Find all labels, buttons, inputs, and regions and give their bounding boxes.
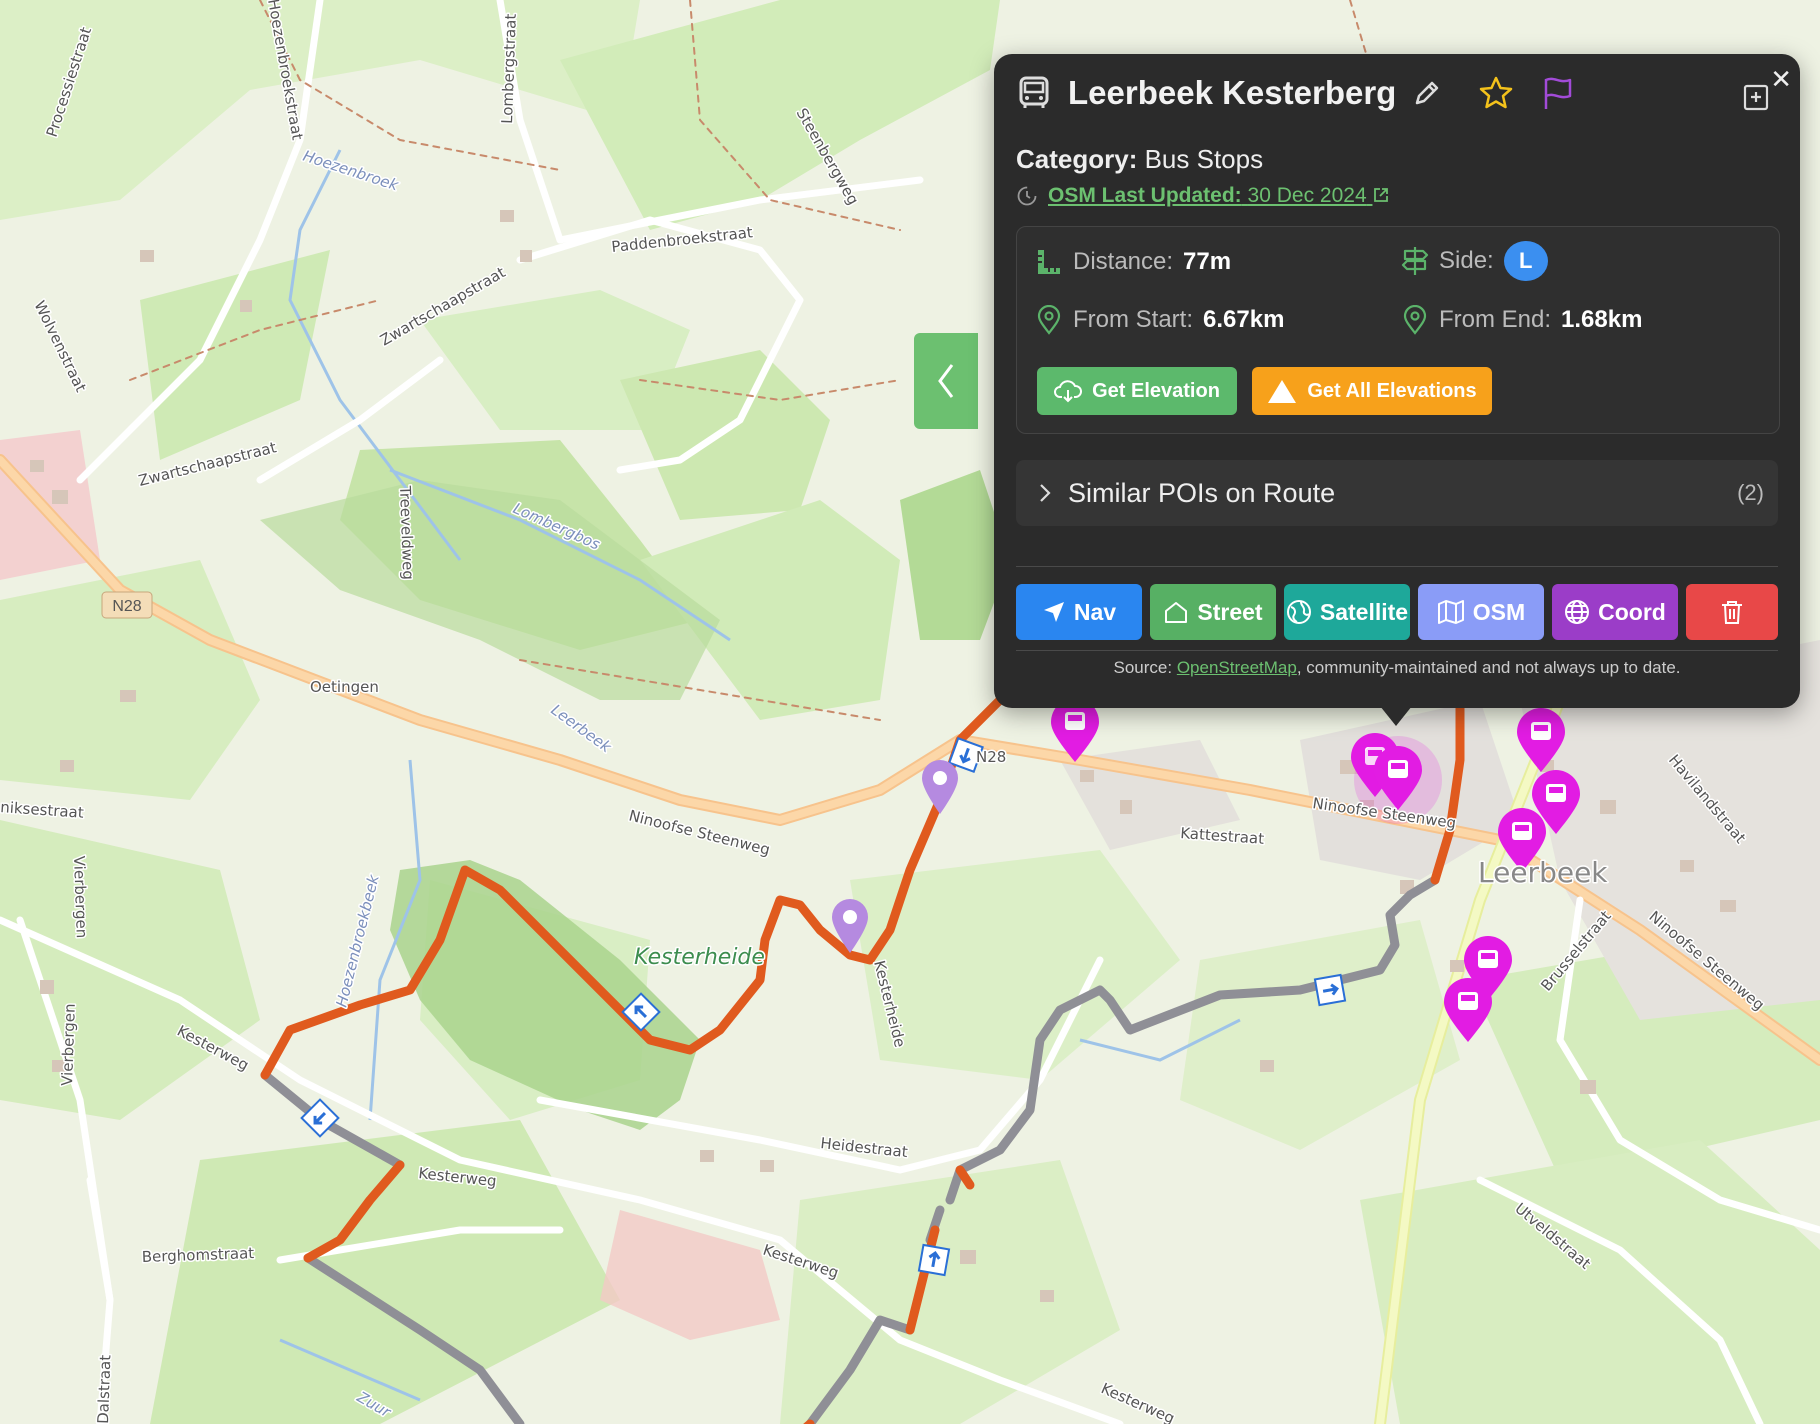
popup-title: Leerbeek Kesterberg — [1068, 74, 1397, 111]
coord-label: Coord — [1598, 598, 1666, 625]
mountain-icon — [1268, 380, 1297, 403]
globe-grid-icon — [1565, 600, 1590, 624]
map-label: Kesterheide — [634, 945, 765, 970]
trash-icon — [1722, 601, 1742, 624]
osm-label: OSM — [1472, 598, 1526, 625]
get-all-elevations-button[interactable]: Get All Elevations — [1252, 367, 1492, 415]
coord-button[interactable]: Coord — [1552, 584, 1678, 640]
collapse-panel-button[interactable] — [914, 333, 978, 429]
map-label: Dalstraat — [94, 1354, 114, 1424]
distance-label: Distance: — [1073, 248, 1174, 275]
flag-icon[interactable] — [1540, 75, 1574, 111]
nav-label: Nav — [1073, 598, 1117, 625]
street-label: Street — [1197, 598, 1263, 625]
location-pin-icon — [1037, 305, 1061, 335]
poi-popup: Leerbeek Kesterberg ✕ Category: Bus Stop… — [994, 54, 1800, 708]
from-start-label: From Start: — [1073, 306, 1194, 333]
similar-pois-label: Similar POIs on Route — [1068, 477, 1336, 508]
star-icon[interactable] — [1478, 75, 1514, 111]
map-label: N28 — [976, 748, 1006, 766]
source-note: Source: OpenStreetMap, community-maintai… — [994, 658, 1800, 678]
updated-row: OSM Last Updated: 30 Dec 2024 — [1016, 184, 1390, 208]
road-shield-label: N28 — [112, 598, 141, 615]
house-icon — [1165, 602, 1188, 623]
source-suffix: , community-maintained and not always up… — [1296, 658, 1681, 677]
popup-pointer — [1380, 706, 1412, 726]
category-row: Category: Bus Stops — [1016, 144, 1263, 175]
navigation-arrow-icon — [1043, 602, 1064, 622]
map-label: Treeveldweg — [396, 485, 417, 581]
from-end-value: 1.68km — [1561, 306, 1643, 333]
street-button[interactable]: Street — [1150, 584, 1276, 640]
map-label: Vierbergen — [58, 1003, 79, 1086]
side-label: Side: — [1439, 247, 1494, 274]
osm-last-updated-link[interactable]: OSM Last Updated: 30 Dec 2024 — [1048, 184, 1390, 208]
chevron-right-icon — [1040, 484, 1051, 502]
satellite-button[interactable]: Satellite — [1284, 584, 1410, 640]
route-arrow-icon — [1313, 973, 1347, 1007]
close-icon[interactable]: ✕ — [1770, 64, 1792, 95]
distance-row: Distance: 77m — [1035, 247, 1231, 277]
similar-pois-toggle[interactable]: Similar POIs on Route (2) — [1016, 460, 1778, 526]
from-end-label: From End: — [1439, 306, 1552, 333]
side-row: Side: L — [1401, 241, 1548, 281]
bus-icon — [1019, 76, 1049, 108]
divider — [1016, 566, 1778, 567]
category-label: Category: — [1016, 144, 1138, 174]
add-note-icon[interactable] — [1742, 80, 1774, 112]
location-pin-icon — [1403, 305, 1427, 335]
delete-button[interactable] — [1686, 584, 1778, 640]
updated-value: 30 Dec 2024 — [1247, 184, 1367, 207]
osm-button[interactable]: OSM — [1418, 584, 1544, 640]
divider — [1016, 650, 1778, 651]
nav-button[interactable]: Nav — [1016, 584, 1142, 640]
map-label: Vierbergen — [70, 856, 91, 939]
get-elevation-button[interactable]: Get Elevation — [1037, 367, 1237, 415]
road-shield: N28 — [101, 591, 153, 619]
signpost-icon — [1401, 247, 1429, 275]
route-info-box: Distance: 77m Side: L From Start: 6.67km… — [1016, 226, 1780, 434]
source-prefix: Source: — [1113, 658, 1173, 677]
from-start-row: From Start: 6.67km — [1035, 305, 1284, 335]
from-end-row: From End: 1.68km — [1401, 305, 1642, 335]
ruler-icon — [1038, 250, 1060, 274]
openstreetmap-link[interactable]: OpenStreetMap — [1177, 658, 1297, 677]
distance-value: 77m — [1183, 248, 1232, 275]
route-arrow-icon — [917, 1243, 951, 1277]
clock-icon — [1017, 186, 1037, 206]
similar-pois-count: (2) — [1737, 480, 1764, 505]
map-icon — [1437, 600, 1464, 624]
side-badge: L — [1503, 241, 1548, 281]
map-label: Oetingen — [310, 678, 379, 696]
map-label: Lombergstraat — [498, 13, 520, 124]
map-label: Leerbeek — [1478, 856, 1608, 889]
updated-label: OSM Last Updated: — [1048, 184, 1242, 207]
get-elevation-label: Get Elevation — [1092, 379, 1220, 402]
chevron-left-icon — [938, 364, 954, 398]
category-value: Bus Stops — [1144, 144, 1264, 174]
external-link-icon — [1374, 188, 1389, 202]
from-start-value: 6.67km — [1203, 306, 1285, 333]
cloud-download-icon — [1054, 380, 1083, 403]
get-all-elevations-label: Get All Elevations — [1307, 379, 1477, 402]
popup-title-row: Leerbeek Kesterberg — [1016, 74, 1574, 112]
satellite-label: Satellite — [1319, 598, 1409, 625]
globe-icon — [1286, 600, 1311, 624]
pencil-icon[interactable] — [1412, 78, 1442, 108]
